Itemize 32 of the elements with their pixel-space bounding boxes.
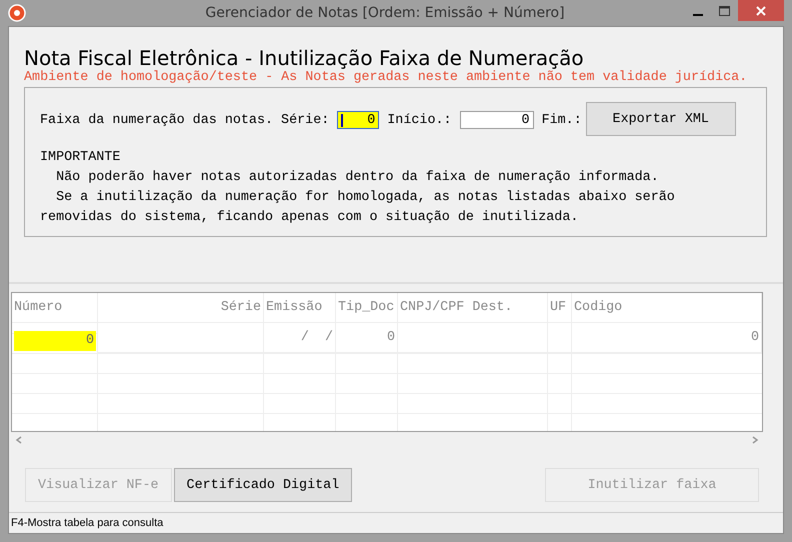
number-field[interactable]: 0 <box>460 111 534 129</box>
column-header[interactable]: Emissão <box>264 293 336 323</box>
close-icon <box>756 6 766 16</box>
notice-title: IMPORTANTE <box>40 149 122 167</box>
status-bar: F4-Mostra tabela para consulta <box>9 512 783 533</box>
export-button[interactable]: Exportar XML <box>586 102 736 136</box>
column-header[interactable]: Tip_Doc <box>336 293 398 323</box>
column-header[interactable]: Série <box>98 293 264 323</box>
maximize-icon <box>719 6 730 16</box>
column-header[interactable]: Codigo <box>572 293 762 323</box>
field-label: Início.: <box>387 112 452 128</box>
scroll-right-icon[interactable] <box>751 436 759 444</box>
window-title: Gerenciador de Notas [Ordem: Emissão + Número] <box>205 5 565 21</box>
range-label: Faixa da numeração das notas. <box>40 112 274 128</box>
column-header[interactable]: Número <box>12 293 98 323</box>
scroll-left-icon[interactable] <box>15 436 23 444</box>
table-cell: 0 <box>572 323 762 353</box>
minimize-icon <box>692 14 702 16</box>
table-cell: 0 <box>14 331 96 351</box>
field-label: Fim.: <box>542 112 582 128</box>
notice-text: removidas do sistema, ficando apenas com o situação de inutilizada. <box>40 209 580 227</box>
app-logo-icon <box>8 4 26 22</box>
notice-text: Se a inutilização da numeração for homologada, as notas listadas abaixo serão <box>55 189 676 207</box>
field-label: Série: <box>281 112 330 128</box>
action-button[interactable]: Certificado Digital <box>174 468 352 502</box>
page-heading: Nota Fiscal Eletrônica - Inutilização Faixa de Numeração <box>24 46 585 70</box>
column-header[interactable]: UF <box>548 293 572 323</box>
column-header[interactable]: CNPJ/CPF Dest. <box>398 293 548 323</box>
warning-text: Ambiente de homologação/teste - As Notas geradas neste ambiente não tem validade jurídica. <box>24 70 748 85</box>
close-button[interactable] <box>738 0 784 21</box>
number-field[interactable]: 0 <box>337 111 380 129</box>
notice-text: Não poderão haver notas autorizadas dentro da faixa de numeração informada. <box>55 169 660 187</box>
